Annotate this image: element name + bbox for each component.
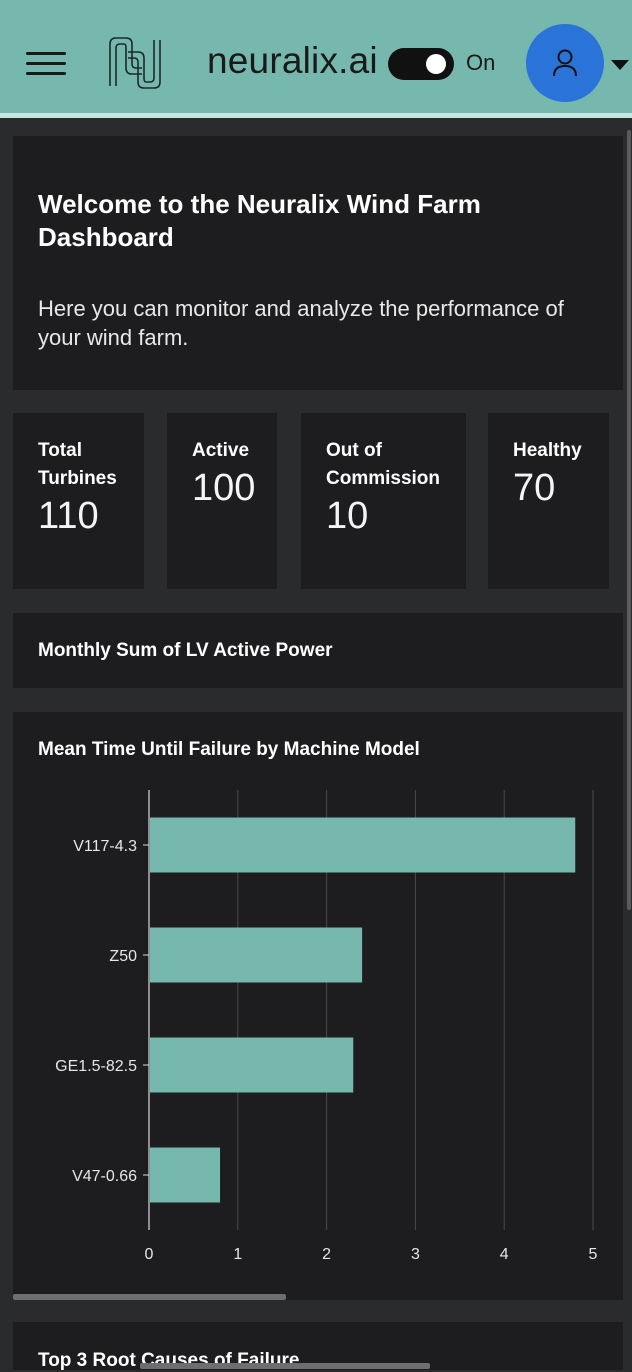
bar <box>150 1147 221 1203</box>
y-category-label: GE1.5-82.5 <box>55 1058 137 1075</box>
stat-label: Out of Commission <box>326 440 441 489</box>
x-tick-label: 1 <box>233 1246 242 1263</box>
stat-label: Active <box>192 440 250 461</box>
page-vertical-scrollbar[interactable] <box>627 130 631 910</box>
y-category-label: V117-4.3 <box>73 838 137 855</box>
user-avatar-button[interactable] <box>526 24 604 102</box>
stat-value: 70 <box>513 467 556 509</box>
theme-toggle[interactable] <box>388 48 454 80</box>
bar <box>150 1037 354 1093</box>
stat-card-out-of-commission: Out of Commission 10 <box>301 413 466 589</box>
bar <box>150 927 363 983</box>
monthly-power-card: Monthly Sum of LV Active Power <box>13 613 623 688</box>
stat-label: Total Turbines <box>38 440 117 489</box>
bar <box>150 817 576 873</box>
x-tick-label: 5 <box>589 1246 598 1263</box>
brand-name: neuralix.ai <box>207 40 378 81</box>
hamburger-menu-icon[interactable] <box>26 52 66 76</box>
welcome-subtitle: Here you can monitor and analyze the per… <box>38 296 564 350</box>
y-category-label: Z50 <box>109 948 137 965</box>
welcome-title: Welcome to the Neuralix Wind Farm Dashbo… <box>38 189 481 252</box>
x-tick-label: 4 <box>500 1246 509 1263</box>
stat-value: 100 <box>192 467 256 509</box>
x-tick-label: 2 <box>322 1246 331 1263</box>
stat-card-active: Active 100 <box>167 413 277 589</box>
x-tick-label: 3 <box>411 1246 420 1263</box>
stat-value: 110 <box>38 495 99 537</box>
page-horizontal-scrollbar[interactable] <box>140 1363 430 1369</box>
user-icon <box>553 49 577 77</box>
chart-horizontal-scrollbar[interactable] <box>13 1294 286 1300</box>
welcome-card: Welcome to the Neuralix Wind Farm Dashbo… <box>13 136 623 390</box>
neuralix-logo-icon[interactable] <box>104 34 166 92</box>
y-category-label: V47-0.66 <box>72 1168 137 1185</box>
section-title: Monthly Sum of LV Active Power <box>38 640 333 661</box>
stat-card-healthy: Healthy 70 <box>488 413 609 589</box>
mttf-bar-chart: 0 1 2 3 4 5 V117-4.3 Z50 GE1.5-82.5 V47-0.66 <box>55 790 598 1263</box>
mttf-chart-card: Mean Time Until Failure by Machine Model… <box>13 712 623 1300</box>
toggle-label: On <box>466 50 496 75</box>
stat-card-total-turbines: Total Turbines 110 <box>13 413 144 589</box>
toggle-knob <box>426 54 446 74</box>
x-tick-label: 0 <box>145 1246 154 1263</box>
top-app-bar: neuralix.ai On <box>0 0 632 118</box>
stat-value: 10 <box>326 495 369 537</box>
caret-down-icon[interactable] <box>611 60 629 70</box>
stat-label: Healthy <box>513 440 582 461</box>
